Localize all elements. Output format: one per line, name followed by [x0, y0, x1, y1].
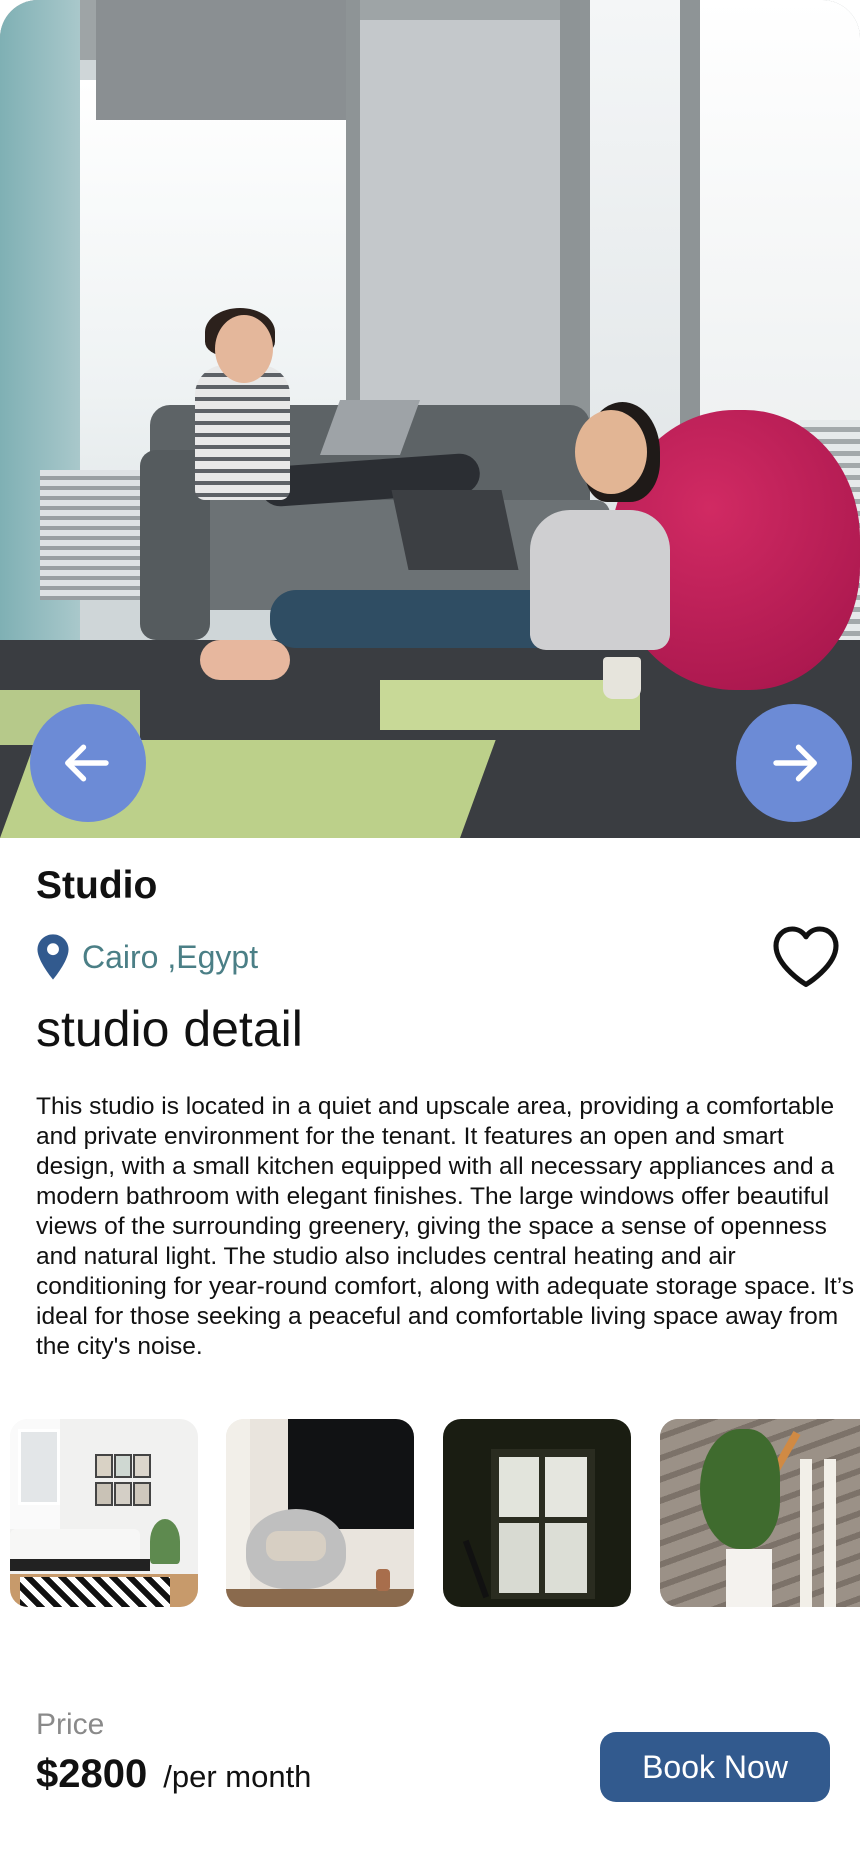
- book-now-button[interactable]: Book Now: [600, 1732, 830, 1802]
- gallery-thumbnail-stairs[interactable]: [660, 1419, 860, 1607]
- location-row: Cairo ,Egypt: [36, 932, 258, 982]
- price-unit: /per month: [163, 1759, 312, 1794]
- favorite-button[interactable]: [770, 922, 842, 990]
- previous-image-button[interactable]: [30, 704, 146, 822]
- gallery-thumbnail-living-room[interactable]: [226, 1419, 414, 1607]
- hero-photo: [0, 0, 860, 838]
- arrow-left-icon: [65, 744, 109, 782]
- gallery-thumbnail-bedroom[interactable]: [10, 1419, 198, 1607]
- detail-heading: studio detail: [36, 1001, 303, 1057]
- map-pin-icon: [37, 934, 69, 980]
- listing-screen: Studio Cairo ,Egypt studio detail This s…: [0, 0, 860, 1864]
- location-text: Cairo ,Egypt: [82, 938, 259, 975]
- next-image-button[interactable]: [736, 704, 852, 822]
- price-label: Price: [36, 1708, 105, 1741]
- price-value: $2800: [36, 1752, 148, 1796]
- listing-description: This studio is located in a quiet and up…: [36, 1093, 855, 1360]
- arrow-right-icon: [773, 744, 817, 782]
- heart-outline-icon: [773, 926, 839, 988]
- gallery-thumbnail-window[interactable]: [443, 1419, 631, 1607]
- listing-title: Studio: [36, 864, 158, 907]
- price-row: $2800 /per month: [36, 1752, 311, 1797]
